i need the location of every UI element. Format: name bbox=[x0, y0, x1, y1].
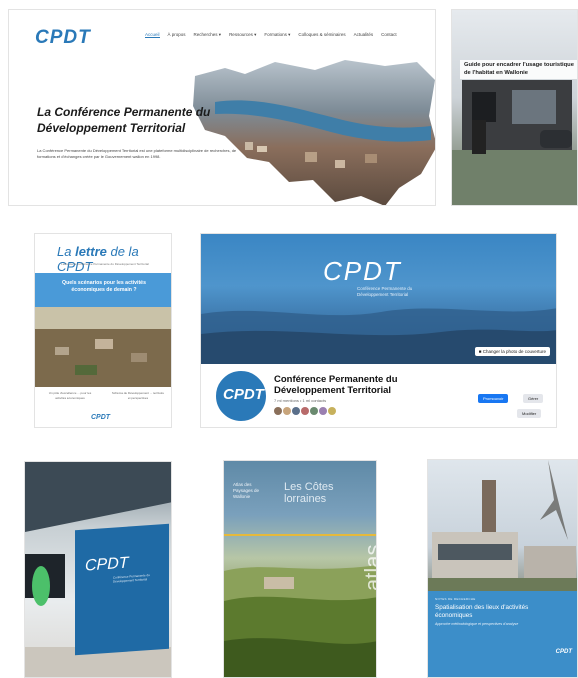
atlas-stripe bbox=[224, 534, 376, 536]
friend-avatar bbox=[319, 407, 327, 415]
atlas-spine-text: atlas bbox=[360, 544, 377, 591]
avatar-logo: CPDT bbox=[223, 386, 264, 403]
edit-button[interactable]: Modifier bbox=[517, 409, 542, 418]
banner-stand-thumbnail[interactable]: CPDT Conférence Permanente du Développem… bbox=[24, 461, 172, 678]
promote-button[interactable]: Promouvoir bbox=[478, 394, 509, 403]
report-logo: CPDT bbox=[555, 649, 572, 655]
banner-stand: CPDT Conférence Permanente du Développem… bbox=[75, 523, 169, 656]
hero-description: La Conférence Permanente du Développemen… bbox=[37, 148, 237, 159]
report-subtitle: Approche méthodologique et perspectives … bbox=[435, 622, 519, 626]
report-kicker: NOTES DE RECHERCHE bbox=[435, 597, 476, 601]
lettre-title-main: lettre bbox=[75, 244, 107, 259]
atlas-title: Les Côtes lorraines bbox=[284, 481, 334, 505]
aerial-town-photo bbox=[35, 307, 171, 387]
spatialisation-report-thumbnail[interactable]: NOTES DE RECHERCHE Spatialisation des li… bbox=[427, 459, 578, 678]
lettre-cpdt-thumbnail[interactable]: La lettre de la CPDT Lettre de la Confér… bbox=[34, 233, 172, 428]
friend-avatar bbox=[292, 407, 300, 415]
page-name: Conférence Permanente du Développement T… bbox=[274, 374, 398, 396]
lettre-question: Quels scénarios pour les activités écono… bbox=[62, 280, 146, 293]
change-cover-button[interactable]: ■ Changer la photo de couverture bbox=[474, 347, 550, 356]
image-gallery: CPDT Accueil À propos Recherches ▾ Resso… bbox=[0, 0, 578, 678]
change-cover-label: Changer la photo de couverture bbox=[482, 349, 546, 354]
nav-item-ressources[interactable]: Ressources ▾ bbox=[229, 32, 256, 38]
site-nav: Accueil À propos Recherches ▾ Ressources… bbox=[145, 32, 397, 38]
nav-item-contact[interactable]: Contact bbox=[381, 32, 397, 38]
friend-avatars bbox=[274, 407, 336, 415]
guide-title: Guide pour encadrer l'usage touristique … bbox=[460, 60, 577, 79]
banner-logo: CPDT bbox=[85, 554, 129, 575]
report-panel: NOTES DE RECHERCHE Spatialisation des li… bbox=[428, 591, 577, 677]
nav-item-a-propos[interactable]: À propos bbox=[168, 32, 186, 38]
nav-item-actualites[interactable]: Actualités bbox=[354, 32, 374, 38]
lettre-title: La lettre de la CPDT bbox=[57, 244, 171, 274]
page-meta: 7 ml mentions • 1 ml contacts bbox=[274, 398, 327, 403]
report-title: Spatialisation des lieux d'activités éco… bbox=[435, 604, 529, 619]
facebook-page-thumbnail[interactable]: CPDT Conférence Permanente du Développem… bbox=[200, 233, 557, 428]
landscape-photo bbox=[224, 565, 376, 677]
lettre-col-2: Schéma de Développement ... territoire e… bbox=[111, 391, 165, 400]
banner-subtitle: Conférence Permanente du Développement T… bbox=[113, 573, 150, 584]
lettre-col-1: Un pôle d'excellence ... pour les activi… bbox=[48, 391, 92, 400]
friend-avatar bbox=[274, 407, 282, 415]
hero-title: La Conférence Permanente du Développemen… bbox=[37, 105, 211, 135]
friend-avatar bbox=[283, 407, 291, 415]
lettre-footer-logo: CPDT bbox=[91, 414, 111, 421]
lettre-title-prefix: La bbox=[57, 244, 76, 259]
cpdt-logo: CPDT bbox=[35, 27, 91, 48]
building-photo bbox=[428, 460, 577, 591]
lettre-columns: Un pôle d'excellence ... pour les activi… bbox=[43, 391, 165, 400]
lettre-question-band: Quels scénarios pour les activités écono… bbox=[35, 273, 171, 307]
lettre-subtitle: Lettre de la Conférence Permanente du Dé… bbox=[61, 262, 149, 266]
friend-avatar bbox=[301, 407, 309, 415]
atlas-series: Atlas des Paysages de Wallonie bbox=[233, 482, 260, 499]
website-hero-thumbnail[interactable]: CPDT Accueil À propos Recherches ▾ Resso… bbox=[8, 9, 436, 206]
atlas-cover-thumbnail[interactable]: Atlas des Paysages de Wallonie Les Côtes… bbox=[223, 460, 377, 678]
nav-item-accueil[interactable]: Accueil bbox=[145, 32, 160, 38]
friend-avatar bbox=[310, 407, 318, 415]
habitat-guide-thumbnail[interactable]: Guide pour encadrer l'usage touristique … bbox=[451, 9, 578, 206]
friend-avatar bbox=[328, 407, 336, 415]
cover-logo: CPDT bbox=[323, 256, 402, 286]
nav-item-formations[interactable]: Formations ▾ bbox=[264, 32, 290, 38]
cover-photo bbox=[201, 234, 556, 364]
nav-item-recherches[interactable]: Recherches ▾ bbox=[194, 32, 222, 38]
manage-button[interactable]: Gérer bbox=[523, 394, 544, 403]
avatar[interactable]: CPDT bbox=[213, 368, 269, 424]
nav-item-colloques[interactable]: Colloques & séminaires bbox=[298, 32, 345, 38]
house-photo bbox=[452, 80, 577, 205]
cover-subtitle: Conférence Permanente du Développement T… bbox=[357, 286, 413, 297]
